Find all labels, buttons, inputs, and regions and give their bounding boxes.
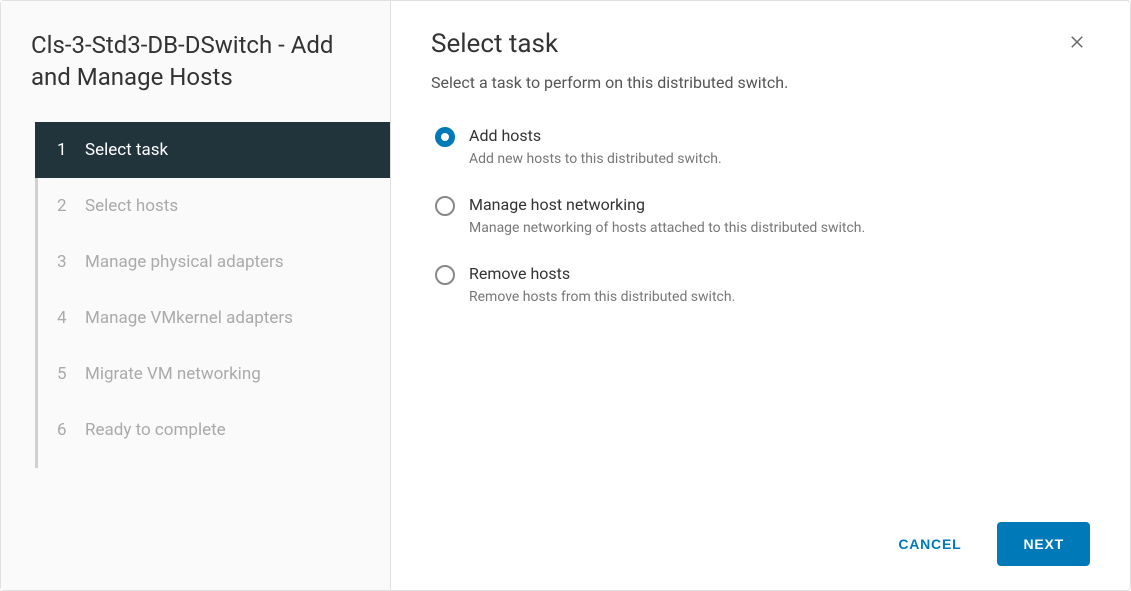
task-options: Add hosts Add new hosts to this distribu… <box>431 126 1090 305</box>
wizard-sidebar: Cls-3-Std3-DB-DSwitch - Add and Manage H… <box>1 1 391 590</box>
panel-header-texts: Select task Select a task to perform on … <box>431 29 788 126</box>
option-texts: Add hosts Add new hosts to this distribu… <box>469 126 722 167</box>
wizard-step-select-hosts[interactable]: 2 Select hosts <box>35 178 390 234</box>
wizard-steps: 1 Select task 2 Select hosts 3 Manage ph… <box>35 122 390 468</box>
wizard-footer: CANCEL NEXT <box>431 522 1090 566</box>
option-label: Remove hosts <box>469 264 735 283</box>
wizard-step-ready-to-complete[interactable]: 6 Ready to complete <box>35 402 390 458</box>
option-description: Manage networking of hosts attached to t… <box>469 220 865 236</box>
panel-title: Select task <box>431 29 788 59</box>
step-number: 3 <box>57 252 77 272</box>
close-icon <box>1068 33 1086 51</box>
option-add-hosts[interactable]: Add hosts Add new hosts to this distribu… <box>435 126 1090 167</box>
wizard-step-manage-physical-adapters[interactable]: 3 Manage physical adapters <box>35 234 390 290</box>
step-label: Ready to complete <box>85 420 226 440</box>
step-number: 5 <box>57 364 77 384</box>
panel-header: Select task Select a task to perform on … <box>431 29 1090 126</box>
step-number: 2 <box>57 196 77 216</box>
radio-button[interactable] <box>435 127 455 147</box>
step-number: 1 <box>57 140 77 160</box>
step-label: Manage VMkernel adapters <box>85 308 293 328</box>
step-label: Select task <box>85 140 168 160</box>
radio-button[interactable] <box>435 265 455 285</box>
close-button[interactable] <box>1064 29 1090 58</box>
wizard-step-migrate-vm-networking[interactable]: 5 Migrate VM networking <box>35 346 390 402</box>
radio-button[interactable] <box>435 196 455 216</box>
option-remove-hosts[interactable]: Remove hosts Remove hosts from this dist… <box>435 264 1090 305</box>
step-label: Manage physical adapters <box>85 252 284 272</box>
option-manage-host-networking[interactable]: Manage host networking Manage networking… <box>435 195 1090 236</box>
wizard-step-select-task[interactable]: 1 Select task <box>35 122 390 178</box>
step-label: Migrate VM networking <box>85 364 261 384</box>
step-number: 6 <box>57 420 77 440</box>
option-label: Add hosts <box>469 126 722 145</box>
wizard-main-panel: Select task Select a task to perform on … <box>391 1 1130 590</box>
step-number: 4 <box>57 308 77 328</box>
step-label: Select hosts <box>85 196 178 216</box>
option-texts: Manage host networking Manage networking… <box>469 195 865 236</box>
cancel-button[interactable]: CANCEL <box>880 524 979 564</box>
wizard-step-manage-vmkernel-adapters[interactable]: 4 Manage VMkernel adapters <box>35 290 390 346</box>
option-description: Add new hosts to this distributed switch… <box>469 151 722 167</box>
option-label: Manage host networking <box>469 195 865 214</box>
option-description: Remove hosts from this distributed switc… <box>469 289 735 305</box>
next-button[interactable]: NEXT <box>997 522 1090 566</box>
option-texts: Remove hosts Remove hosts from this dist… <box>469 264 735 305</box>
wizard-dialog: Cls-3-Std3-DB-DSwitch - Add and Manage H… <box>0 0 1131 591</box>
wizard-title: Cls-3-Std3-DB-DSwitch - Add and Manage H… <box>1 29 390 122</box>
panel-subtitle: Select a task to perform on this distrib… <box>431 73 788 92</box>
